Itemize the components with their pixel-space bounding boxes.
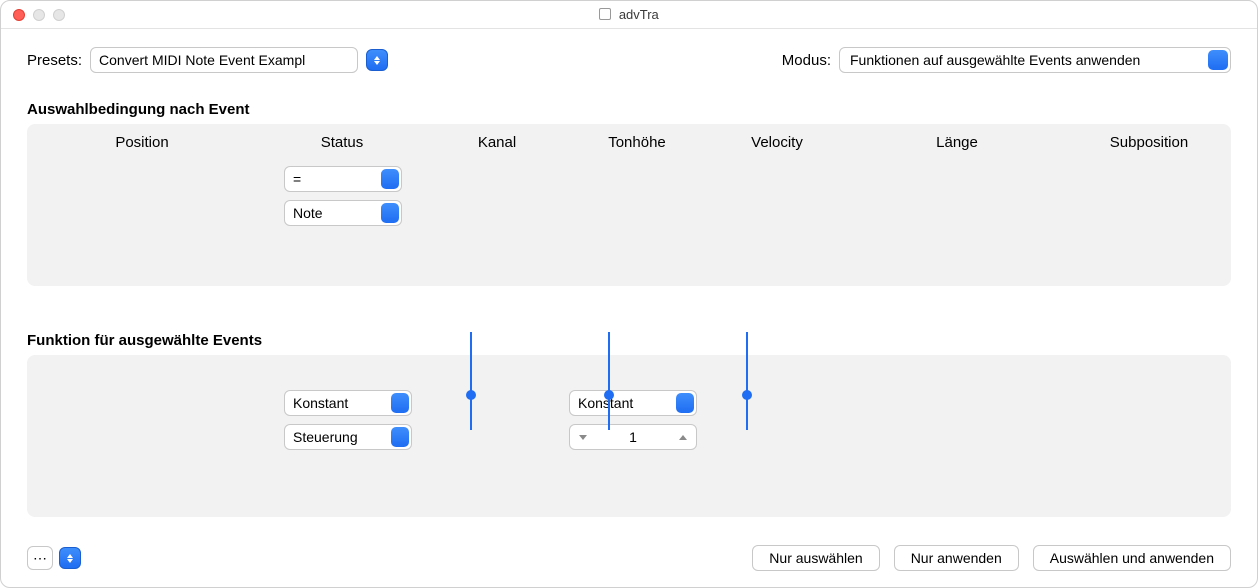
window-title: advTra <box>1 7 1257 22</box>
modus-select[interactable]: Funktionen auf ausgewählte Events anwend… <box>839 47 1231 73</box>
condition-panel: Position Status Kanal Tonhöhe Velocity L… <box>27 124 1231 286</box>
section-function-title: Funktion für ausgewählte Events <box>27 332 1231 349</box>
traffic-lights <box>1 9 65 21</box>
close-window-button[interactable] <box>13 9 25 21</box>
condition-status-value-select[interactable]: Note <box>284 200 402 226</box>
modus-label: Modus: <box>782 52 831 69</box>
preset-name-field[interactable]: Convert MIDI Note Event Exampl <box>90 47 358 73</box>
chevron-up-icon <box>679 435 687 440</box>
preset-menu-button[interactable] <box>366 49 388 71</box>
function-tonhoehe-mode-value: Konstant <box>578 395 633 411</box>
stepper-increment[interactable] <box>672 425 694 449</box>
function-status-mode-select[interactable]: Konstant <box>284 390 412 416</box>
condition-status-operator-select[interactable]: = <box>284 166 402 192</box>
col-velocity: Velocity <box>707 134 847 151</box>
function-panel: Konstant Steuerung Konstant <box>27 355 1231 517</box>
chevron-up-icon <box>67 554 73 558</box>
select-only-label: Nur auswählen <box>769 550 862 566</box>
function-tonhoehe-value-stepper[interactable]: 1 <box>569 424 697 450</box>
presets-label: Presets: <box>27 52 82 69</box>
col-kanal: Kanal <box>427 134 567 151</box>
apply-only-label: Nur anwenden <box>911 550 1002 566</box>
chevron-down-icon <box>67 559 73 563</box>
chevron-up-icon <box>374 56 380 60</box>
select-and-apply-label: Auswählen und anwenden <box>1050 550 1214 566</box>
condition-status-operator-value: = <box>293 171 301 187</box>
function-status-value-select[interactable]: Steuerung <box>284 424 412 450</box>
select-arrows <box>676 393 694 413</box>
function-tonhoehe-mode-select[interactable]: Konstant <box>569 390 697 416</box>
modus-value: Funktionen auf ausgewählte Events anwend… <box>850 52 1140 68</box>
apply-only-button[interactable]: Nur anwenden <box>894 545 1019 571</box>
titlebar: advTra <box>1 1 1257 29</box>
ellipsis-icon: ⋯ <box>33 550 47 567</box>
select-arrows <box>391 427 409 447</box>
more-options-button[interactable]: ⋯ <box>27 546 53 570</box>
col-laenge: Länge <box>847 134 1067 151</box>
col-tonhoehe: Tonhöhe <box>567 134 707 151</box>
minimize-window-button[interactable] <box>33 9 45 21</box>
select-arrows <box>381 169 399 189</box>
more-options-menu-button[interactable] <box>59 547 81 569</box>
column-headers: Position Status Kanal Tonhöhe Velocity L… <box>27 134 1231 151</box>
col-position: Position <box>27 134 257 151</box>
document-icon <box>599 8 611 20</box>
select-arrows <box>381 203 399 223</box>
chevron-down-icon <box>579 435 587 440</box>
function-tonhoehe-value: 1 <box>629 429 637 445</box>
condition-status-value: Note <box>293 205 323 221</box>
preset-name-value: Convert MIDI Note Event Exampl <box>99 52 305 68</box>
select-and-apply-button[interactable]: Auswählen und anwenden <box>1033 545 1231 571</box>
function-status-mode-value: Konstant <box>293 395 348 411</box>
maximize-window-button[interactable] <box>53 9 65 21</box>
chevron-down-icon <box>374 61 380 65</box>
col-subposition: Subposition <box>1067 134 1231 151</box>
window-title-text: advTra <box>619 7 659 22</box>
function-status-value: Steuerung <box>293 429 358 445</box>
select-only-button[interactable]: Nur auswählen <box>752 545 879 571</box>
col-status: Status <box>257 134 427 151</box>
modus-select-arrows <box>1208 50 1228 70</box>
stepper-decrement[interactable] <box>572 425 594 449</box>
section-condition-title: Auswahlbedingung nach Event <box>27 101 1231 118</box>
select-arrows <box>391 393 409 413</box>
